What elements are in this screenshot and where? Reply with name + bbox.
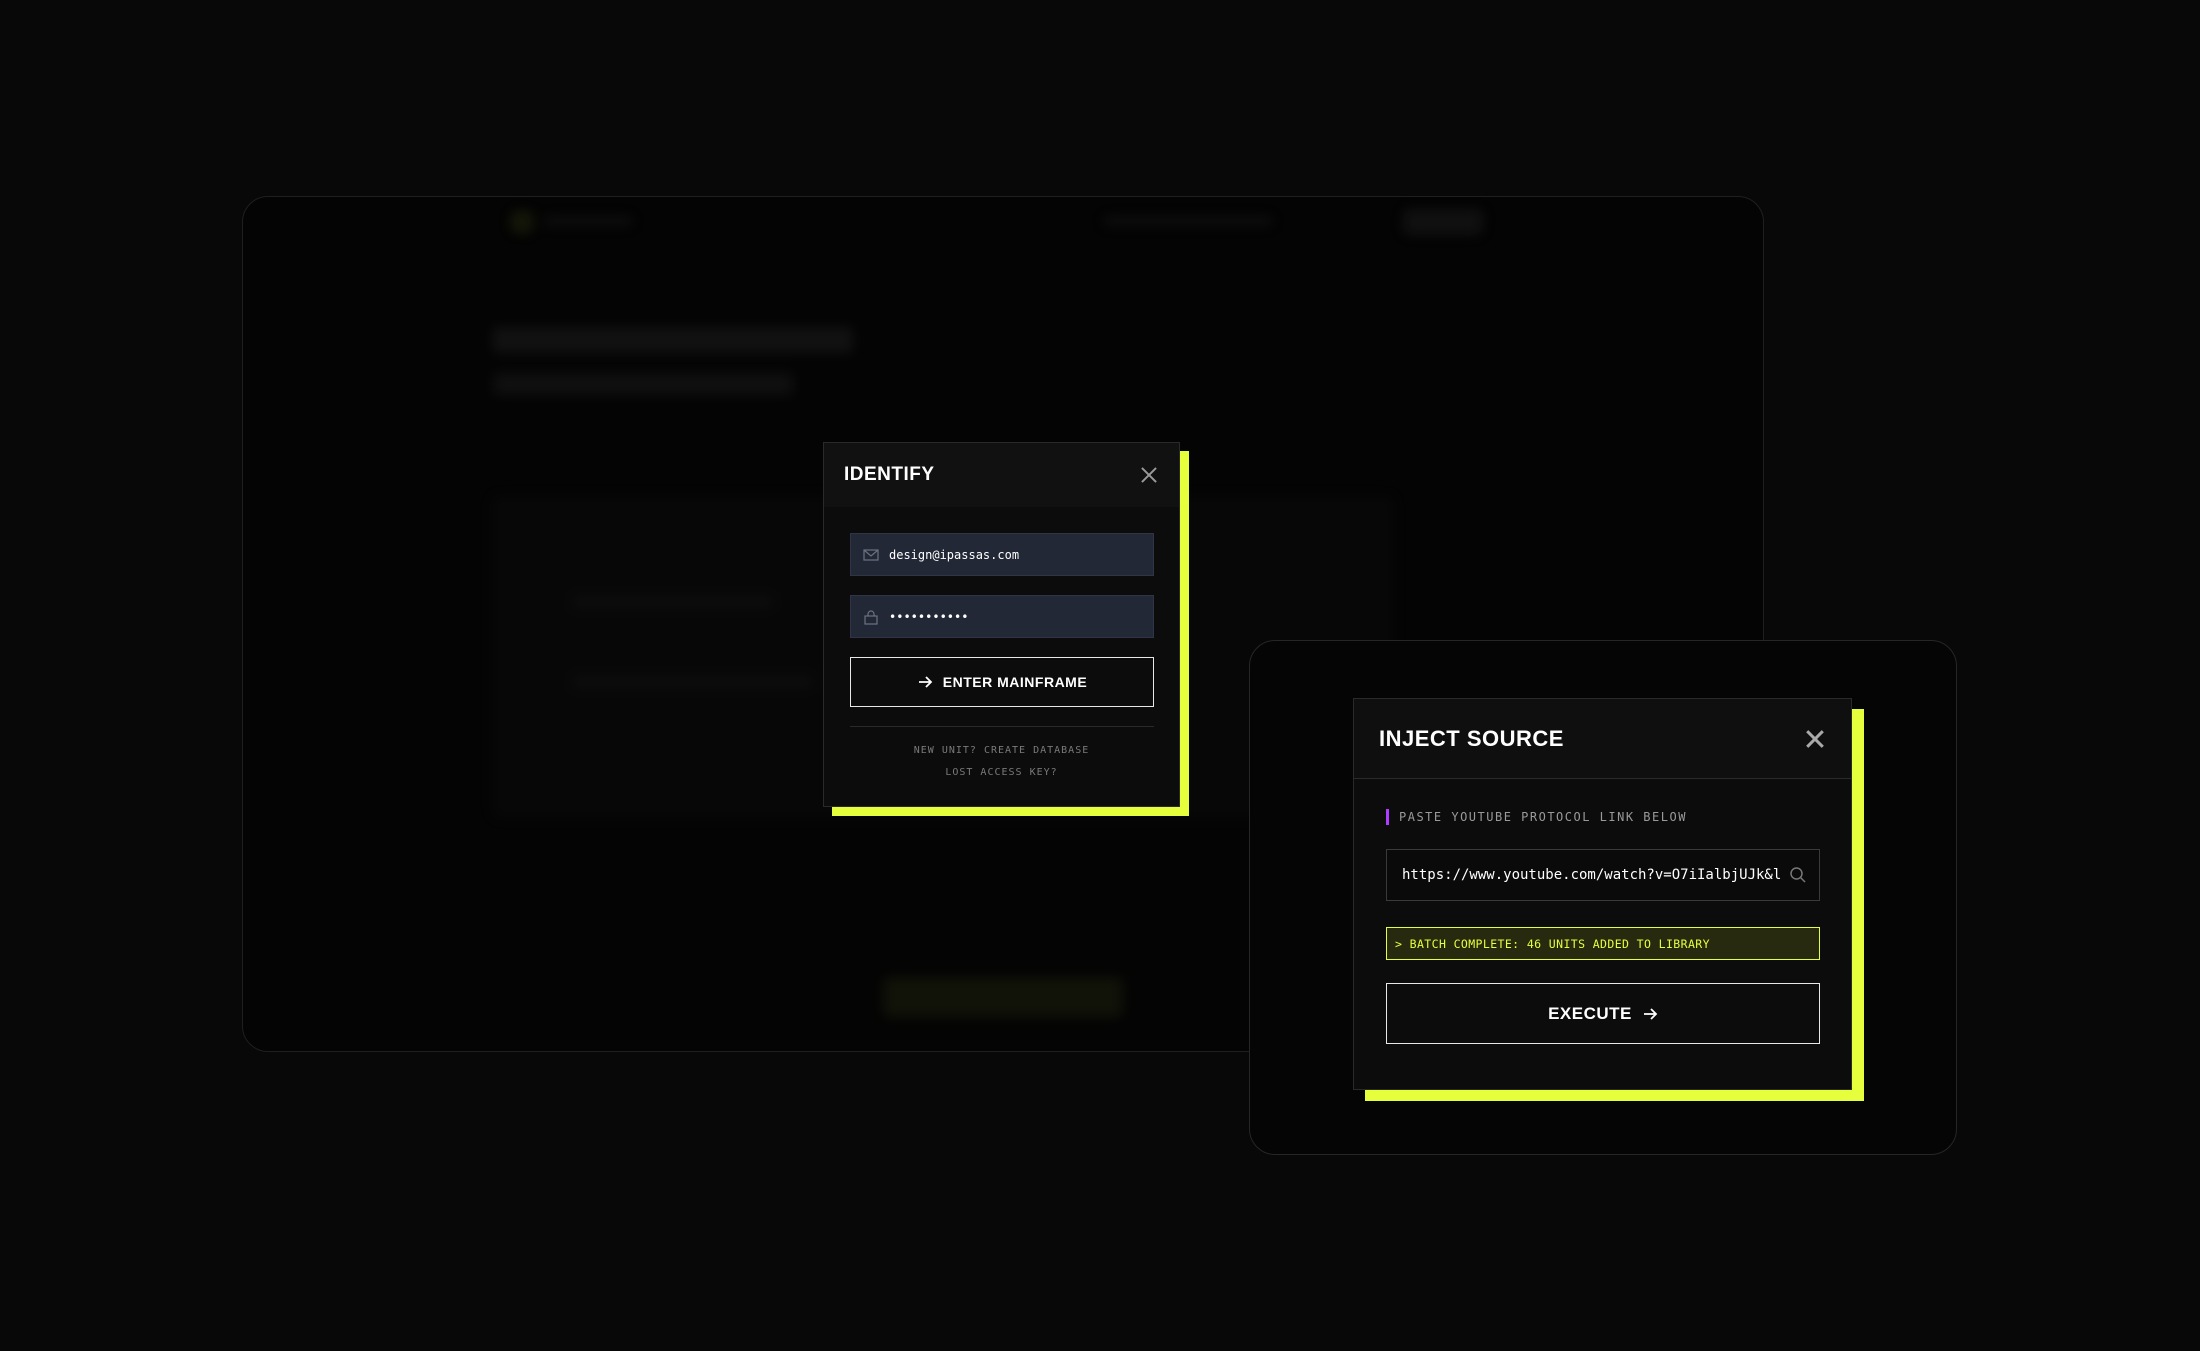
- arrow-right-icon: [1643, 1007, 1658, 1020]
- mail-icon: [863, 548, 879, 561]
- field-label-row: PASTE YOUTUBE PROTOCOL LINK BELOW: [1386, 809, 1687, 825]
- search-icon[interactable]: [1789, 866, 1807, 884]
- identify-modal-title: IDENTIFY: [844, 464, 935, 485]
- divider: [850, 726, 1154, 727]
- inject-modal-title: INJECT SOURCE: [1379, 725, 1564, 751]
- arrow-right-icon: [918, 676, 933, 688]
- url-input[interactable]: [1402, 867, 1781, 883]
- label-accent-bar: [1386, 809, 1389, 825]
- lock-icon: [864, 609, 878, 625]
- close-icon[interactable]: [1139, 465, 1159, 485]
- url-field[interactable]: [1386, 849, 1820, 901]
- enter-mainframe-label: ENTER MAINFRAME: [942, 674, 1088, 690]
- identify-modal: IDENTIFY ENTER MAINFRAME NEW UNIT? CREAT…: [823, 442, 1180, 807]
- password-field[interactable]: [850, 595, 1154, 638]
- close-icon[interactable]: [1805, 729, 1825, 749]
- password-input[interactable]: [889, 609, 1139, 624]
- create-database-link[interactable]: NEW UNIT? CREATE DATABASE: [824, 745, 1179, 756]
- execute-label: EXECUTE: [1548, 1003, 1632, 1023]
- field-label: PASTE YOUTUBE PROTOCOL LINK BELOW: [1399, 810, 1687, 824]
- inject-modal-header: INJECT SOURCE: [1354, 699, 1851, 779]
- execute-button[interactable]: EXECUTE: [1386, 983, 1820, 1044]
- email-field[interactable]: [850, 533, 1154, 576]
- enter-mainframe-button[interactable]: ENTER MAINFRAME: [850, 657, 1154, 707]
- inject-source-modal: INJECT SOURCE PASTE YOUTUBE PROTOCOL LIN…: [1353, 698, 1852, 1090]
- email-input[interactable]: [889, 547, 1139, 562]
- status-badge: > BATCH COMPLETE: 46 UNITS ADDED TO LIBR…: [1386, 927, 1820, 960]
- identify-modal-header: IDENTIFY: [824, 443, 1179, 507]
- lost-access-key-link[interactable]: LOST ACCESS KEY?: [824, 767, 1179, 778]
